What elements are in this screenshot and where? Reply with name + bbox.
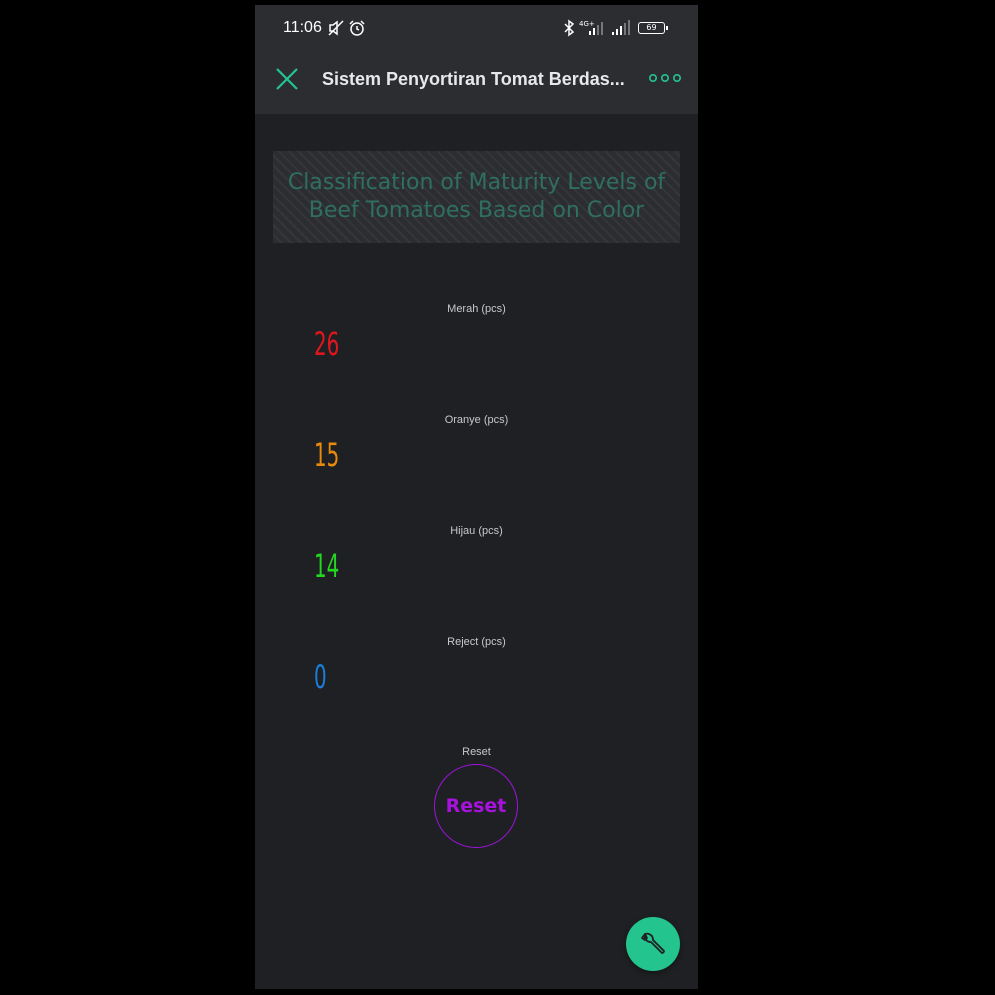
counter-label-merah: Merah (pcs)	[447, 303, 506, 315]
battery-icon: 69	[638, 22, 668, 34]
status-time: 11:06	[283, 19, 322, 36]
reset-button[interactable]: Reset	[434, 764, 518, 848]
signal-icon	[612, 20, 630, 35]
status-bar: 11:06 4G+ 69	[255, 5, 698, 55]
settings-fab[interactable]	[626, 917, 680, 971]
title-banner: Classification of Maturity Levels of Bee…	[273, 151, 680, 243]
signal-4g-icon: 4G+	[579, 20, 603, 35]
reset-label: Reset	[462, 746, 491, 758]
counter-label-reject: Reject (pcs)	[447, 636, 506, 648]
app-title: Sistem Penyortiran Tomat Berdas...	[322, 69, 625, 89]
close-icon[interactable]	[273, 65, 301, 93]
app-bar: Sistem Penyortiran Tomat Berdas...	[255, 55, 698, 114]
phone-screen: 11:06 4G+ 69 Sistem Penyortiran Tomat Be…	[255, 5, 698, 989]
more-icon[interactable]	[648, 68, 682, 88]
counter-label-hijau: Hijau (pcs)	[450, 525, 503, 537]
banner-text: Classification of Maturity Levels of Bee…	[287, 170, 666, 223]
bluetooth-icon	[564, 19, 575, 37]
alarm-icon	[349, 20, 365, 36]
counter-value-reject: 0	[314, 658, 327, 696]
counter-label-oranye: Oranye (pcs)	[444, 414, 509, 426]
svg-text:4G+: 4G+	[579, 20, 595, 28]
counter-value-oranye: 15	[314, 436, 340, 474]
battery-level: 69	[646, 23, 657, 32]
wrench-icon	[641, 932, 665, 954]
counter-value-merah: 26	[314, 325, 340, 363]
counter-value-hijau: 14	[314, 547, 340, 585]
muted-icon	[328, 20, 344, 36]
